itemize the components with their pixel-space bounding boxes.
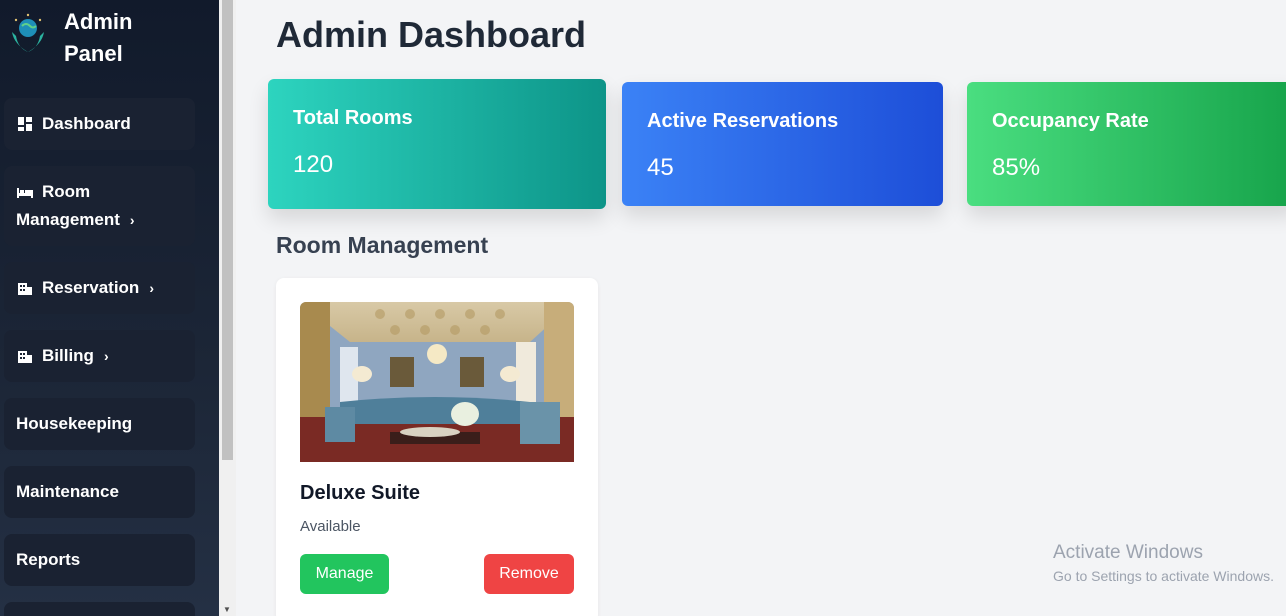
sidebar-item-label: Reservation	[42, 278, 140, 297]
page-title: Admin Dashboard	[276, 14, 587, 55]
chevron-right-icon: ›	[149, 280, 154, 296]
sidebar-item-label: Dashboard	[42, 114, 131, 133]
brand: Admin Panel	[6, 6, 174, 70]
stat-value: 120	[293, 151, 334, 178]
sidebar: Admin Panel Dashboard Room Management › …	[0, 0, 219, 616]
sidebar-item-dashboard[interactable]: Dashboard	[4, 98, 195, 150]
building-icon	[16, 281, 34, 295]
watermark-subtitle: Go to Settings to activate Windows.	[1053, 568, 1274, 584]
stat-label: Active Reservations	[647, 110, 839, 132]
stat-card-total-rooms: Total Rooms 120	[268, 79, 606, 209]
sidebar-item-more[interactable]	[4, 602, 195, 616]
sidebar-item-reports[interactable]: Reports	[4, 534, 195, 586]
building-icon	[16, 349, 34, 363]
sidebar-scrollbar[interactable]: ▼	[219, 0, 236, 616]
activate-windows-watermark: Activate Windows Go to Settings to activ…	[1053, 542, 1274, 584]
stat-value: 85%	[992, 154, 1041, 181]
sidebar-item-housekeeping[interactable]: Housekeeping	[4, 398, 195, 450]
stat-label: Total Rooms	[293, 107, 413, 129]
room-photo	[300, 302, 574, 462]
scroll-down-arrow-icon[interactable]: ▼	[223, 605, 231, 614]
remove-button[interactable]: Remove	[484, 554, 574, 594]
stat-card-active-reservations: Active Reservations 45	[622, 82, 943, 206]
sidebar-item-label: Maintenance	[16, 482, 119, 501]
room-card: Deluxe Suite Available Manage Remove	[276, 278, 598, 616]
sidebar-item-label: Billing	[42, 346, 94, 365]
manage-button[interactable]: Manage	[300, 554, 389, 594]
stat-card-occupancy-rate: Occupancy Rate 85%	[967, 82, 1286, 206]
sidebar-item-label: Housekeeping	[16, 414, 133, 433]
bed-icon	[16, 186, 34, 198]
sidebar-item-reservation[interactable]: Reservation ›	[4, 262, 195, 314]
watermark-title: Activate Windows	[1053, 542, 1203, 563]
stat-value: 45	[647, 154, 674, 181]
sidebar-item-label: Management	[16, 210, 120, 229]
hands-globe-logo-icon	[12, 13, 44, 52]
sidebar-item-billing[interactable]: Billing ›	[4, 330, 195, 382]
room-name: Deluxe Suite	[300, 482, 421, 504]
sidebar-item-room-management[interactable]: Room Management ›	[4, 166, 195, 246]
sidebar-item-label: Reports	[16, 550, 81, 569]
grid-icon	[16, 117, 34, 131]
room-status: Available	[300, 518, 361, 535]
stat-label: Occupancy Rate	[992, 110, 1149, 132]
brand-title: Admin Panel	[64, 9, 133, 66]
section-title: Room Management	[276, 232, 489, 258]
chevron-right-icon: ›	[103, 348, 109, 364]
chevron-right-icon: ›	[129, 212, 135, 228]
sidebar-item-label: Room	[42, 182, 91, 201]
scrollbar-thumb[interactable]	[222, 0, 233, 460]
sidebar-item-maintenance[interactable]: Maintenance	[4, 466, 195, 518]
